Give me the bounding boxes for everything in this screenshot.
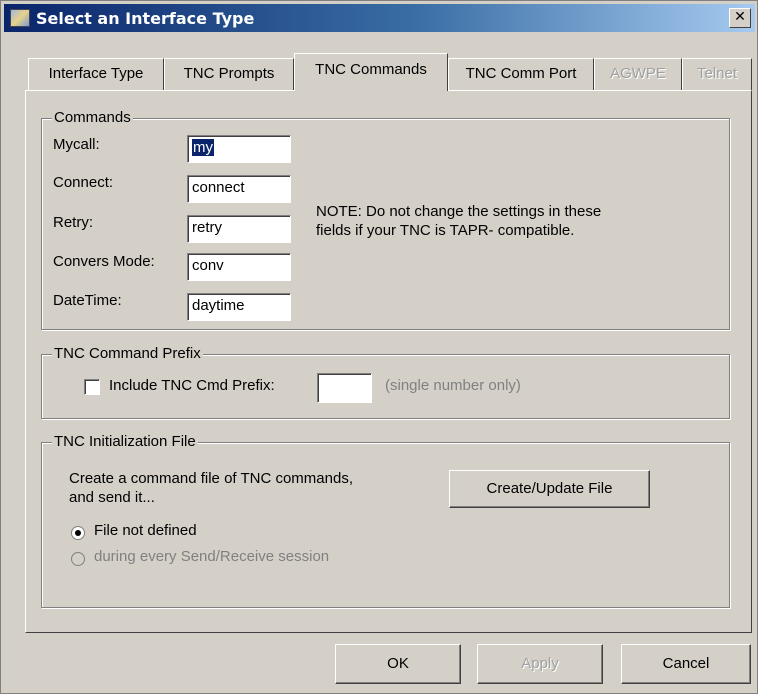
close-icon: ✕ — [734, 9, 746, 25]
connect-input[interactable]: connect — [187, 175, 291, 203]
tab-tnc-commands[interactable]: TNC Commands — [294, 53, 448, 91]
tab-panel-tnc-commands: Commands Mycall: my Connect: connect Ret… — [25, 90, 752, 633]
include-prefix-checkbox[interactable] — [84, 379, 100, 395]
note-line-1: NOTE: Do not change the settings in thes… — [316, 203, 602, 220]
close-button[interactable]: ✕ — [729, 8, 751, 28]
dialog-window: Select an Interface Type ✕ Interface Typ… — [0, 0, 758, 694]
window-title: Select an Interface Type — [36, 9, 255, 28]
every-session-label[interactable]: during every Send/Receive session — [94, 548, 329, 565]
note-line-2: fields if your TNC is TAPR- compatible. — [316, 222, 575, 239]
cancel-button[interactable]: Cancel — [621, 644, 751, 684]
datetime-label: DateTime: — [53, 292, 122, 309]
commands-legend: Commands — [52, 109, 133, 126]
retry-label: Retry: — [53, 214, 94, 231]
init-file-desc-line-1: Create a command file of TNC commands, — [69, 470, 353, 487]
apply-button[interactable]: Apply — [477, 644, 603, 684]
mycall-label: Mycall: — [53, 136, 100, 153]
tab-tnc-comm-port[interactable]: TNC Comm Port — [448, 58, 594, 90]
mycall-value: my — [192, 139, 214, 156]
ok-button[interactable]: OK — [335, 644, 461, 684]
commands-group: Commands Mycall: my Connect: connect Ret… — [41, 109, 730, 330]
init-file-desc-line-2: and send it... — [69, 489, 155, 506]
tab-telnet[interactable]: Telnet — [682, 58, 752, 90]
tab-agwpe[interactable]: AGWPE — [594, 58, 682, 90]
convers-mode-input[interactable]: conv — [187, 253, 291, 281]
file-not-defined-radio[interactable] — [71, 526, 85, 540]
datetime-input[interactable]: daytime — [187, 293, 291, 321]
init-file-group: TNC Initialization File Create a command… — [41, 433, 730, 608]
tab-interface-type[interactable]: Interface Type — [28, 58, 164, 90]
title-bar[interactable]: Select an Interface Type ✕ — [4, 4, 755, 32]
every-session-radio[interactable] — [71, 552, 85, 566]
prefix-legend: TNC Command Prefix — [52, 345, 203, 362]
create-update-file-button[interactable]: Create/Update File — [449, 470, 650, 508]
convers-mode-label: Convers Mode: — [53, 253, 155, 270]
init-file-legend: TNC Initialization File — [52, 433, 198, 450]
connect-label: Connect: — [53, 174, 114, 191]
prefix-input[interactable] — [317, 373, 372, 403]
include-prefix-label[interactable]: Include TNC Cmd Prefix: — [109, 377, 275, 394]
app-icon — [10, 9, 30, 27]
file-not-defined-label[interactable]: File not defined — [94, 522, 197, 539]
prefix-hint: (single number only) — [385, 377, 521, 394]
retry-input[interactable]: retry — [187, 215, 291, 243]
tab-tnc-prompts[interactable]: TNC Prompts — [164, 58, 294, 90]
prefix-group: TNC Command Prefix Include TNC Cmd Prefi… — [41, 345, 730, 419]
mycall-input[interactable]: my — [187, 135, 291, 163]
